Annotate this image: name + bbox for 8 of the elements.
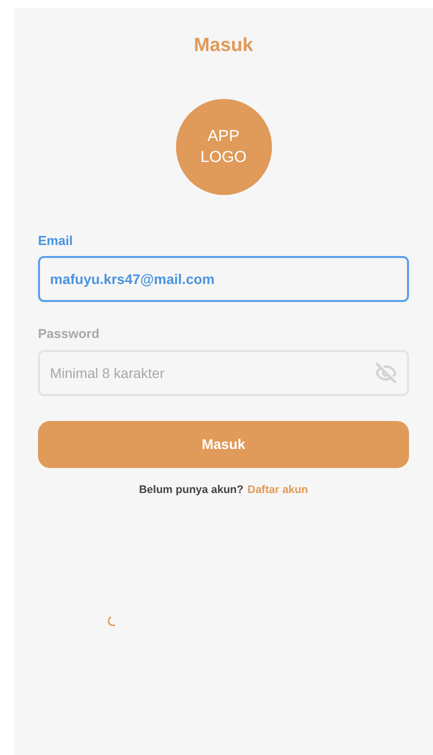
signup-prompt: Belum punya akun? bbox=[138, 482, 244, 498]
app-logo: APP LOGO bbox=[176, 98, 272, 194]
page-title: Masuk bbox=[194, 34, 254, 58]
field-label: Email bbox=[38, 232, 73, 250]
login-button[interactable]: Masuk bbox=[38, 420, 409, 468]
field-label: Password bbox=[38, 325, 100, 343]
signup-link[interactable]: Daftar akun bbox=[248, 482, 308, 498]
input-field[interactable]: mafuyu.krs47@mail.com bbox=[38, 256, 409, 302]
